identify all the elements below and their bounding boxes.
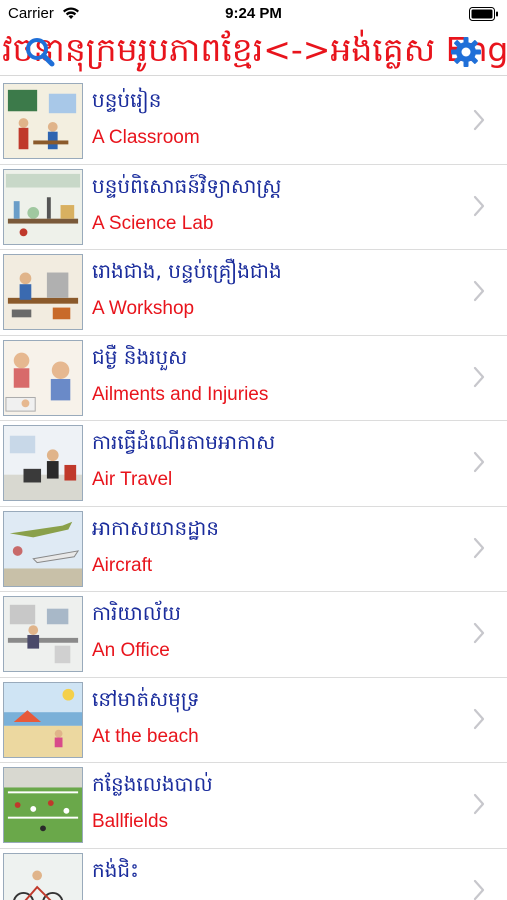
chevron-right-icon (473, 280, 485, 302)
topic-title-khmer: បន្ទប់ពិសោធន៍វិទ្យាសាស្ត្រ (92, 173, 282, 198)
chevron-right-icon (473, 451, 485, 473)
topic-thumbnail (3, 83, 83, 159)
list-item[interactable]: ការិយាល័យ An Office (0, 592, 507, 678)
list-item[interactable]: កង់ជិះ (0, 848, 507, 900)
topic-thumbnail (3, 168, 83, 245)
status-bar: Carrier 9:24 PM (0, 0, 507, 28)
topic-thumbnail (3, 339, 83, 416)
app-title: វចនានុក្រមរូបភាពខ្មែរ<->អង់គ្លេស Eng (2, 30, 507, 69)
gear-icon[interactable] (450, 36, 482, 68)
topic-title-english: A Classroom (92, 127, 200, 148)
chevron-right-icon (473, 537, 485, 558)
battery-icon (469, 7, 498, 21)
topic-title-khmer: រោងជាង, បន្ទប់គ្រឿងជាង (92, 259, 282, 283)
topic-title-english: Aircraft (92, 554, 153, 576)
chevron-right-icon (473, 708, 485, 729)
list-item[interactable]: បន្ទប់ពិសោធន៍វិទ្យាសាស្ត្រ A Science Lab (0, 164, 507, 250)
topic-thumbnail (3, 852, 83, 900)
topic-title-english: Ballfields (92, 811, 169, 832)
topic-title-english: A Science Lab (92, 212, 214, 234)
topic-title-english: An Office (92, 640, 170, 661)
topic-title-khmer: បន្ទប់រៀន (92, 88, 162, 112)
topic-list[interactable]: បន្ទប់រៀន A Classroom បន្ទប់ពិសោធន៍វិទ្យាស… (0, 79, 507, 900)
topic-thumbnail (3, 510, 83, 587)
topic-title-khmer: ជម្ងឺ និងរបួស (92, 344, 188, 369)
chevron-right-icon (473, 366, 485, 387)
topic-title-khmer: កង់ជិះ (92, 857, 139, 882)
topic-thumbnail (3, 254, 83, 330)
topic-thumbnail (3, 767, 83, 843)
topic-title-english: Ailments and Injuries (92, 383, 269, 405)
topic-title-khmer: អាកាសយានដ្ឋាន (92, 515, 219, 540)
chevron-right-icon (473, 109, 485, 131)
list-item[interactable]: ការធ្វើដំណើរតាមអាកាស Air Travel (0, 421, 507, 507)
topic-thumbnail (3, 425, 83, 501)
navigation-bar: វចនានុក្រមរូបភាពខ្មែរ<->អង់គ្លេស Eng (0, 28, 507, 76)
topic-thumbnail (3, 596, 83, 672)
list-item[interactable]: ជម្ងឺ និងរបួស Ailments and Injuries (0, 335, 507, 421)
topic-title-english: A Workshop (92, 298, 195, 319)
list-item[interactable]: កន្លែងលេងបាល់ Ballfields (0, 763, 507, 849)
list-item[interactable]: បន្ទប់រៀន A Classroom (0, 79, 507, 165)
topic-title-english: Air Travel (92, 469, 173, 490)
list-item[interactable]: អាកាសយានដ្ឋាន Aircraft (0, 506, 507, 592)
topic-title-english: At the beach (92, 725, 199, 747)
list-item[interactable]: នៅមាត់សមុទ្រ At the beach (0, 677, 507, 763)
chevron-right-icon (473, 195, 485, 216)
chevron-right-icon (473, 879, 485, 900)
clock: 9:24 PM (225, 5, 282, 22)
topic-title-khmer: ការធ្វើដំណើរតាមអាកាស (92, 430, 276, 454)
topic-thumbnail (3, 681, 83, 758)
topic-title-khmer: នៅមាត់សមុទ្រ (92, 686, 200, 711)
chevron-right-icon (473, 793, 485, 815)
list-item[interactable]: រោងជាង, បន្ទប់គ្រឿងជាង A Workshop (0, 250, 507, 336)
topic-title-khmer: ការិយាល័យ (92, 601, 181, 625)
topic-title-khmer: កន្លែងលេងបាល់ (92, 772, 213, 796)
chevron-right-icon (473, 622, 485, 644)
search-icon[interactable] (24, 36, 56, 68)
